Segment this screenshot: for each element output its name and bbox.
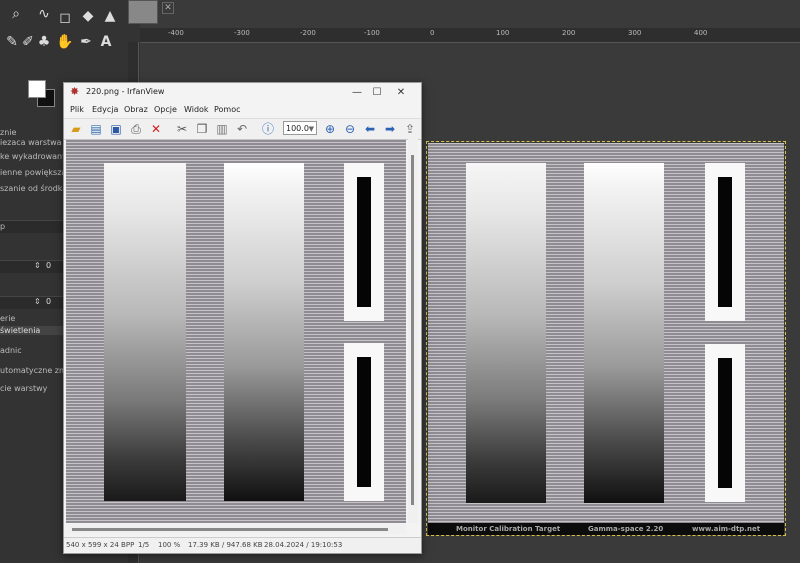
status-page: 1/5 bbox=[138, 541, 150, 549]
status-dimensions: 540 x 599 x 24 BPP bbox=[66, 541, 135, 549]
delete-icon[interactable]: ✕ bbox=[148, 121, 164, 137]
status-date: 28.04.2024 / 19:10:53 bbox=[264, 541, 343, 549]
menu-help[interactable]: Pomoc bbox=[214, 105, 241, 114]
menu-options[interactable]: Opcje bbox=[154, 105, 177, 114]
status-zoom: 100 % bbox=[158, 541, 181, 549]
black-bar-top bbox=[357, 177, 371, 307]
position-y-field[interactable]: ⇕ 0 bbox=[0, 296, 64, 309]
option-highlight-label: erie bbox=[0, 314, 16, 323]
close-icon[interactable]: ✕ bbox=[162, 2, 174, 14]
position-x-value: 0 bbox=[46, 261, 52, 270]
menu-image[interactable]: Obraz bbox=[124, 105, 148, 114]
info-icon[interactable]: ⓘ bbox=[260, 121, 276, 137]
horizontal-scroll-thumb[interactable] bbox=[72, 528, 388, 531]
option-expand-center[interactable]: szanie od środka bbox=[0, 184, 66, 193]
menu-view[interactable]: Widok bbox=[184, 105, 209, 114]
ruler-label: -400 bbox=[168, 29, 184, 37]
ruler-label: 300 bbox=[628, 29, 642, 37]
print-icon[interactable]: ⎙ bbox=[128, 121, 144, 137]
menu-bar: Plik Edycja Obraz Opcje Widok Pomoc bbox=[64, 103, 421, 117]
position-x-field[interactable]: ⇕ 0 bbox=[0, 260, 64, 273]
foreground-color-swatch[interactable] bbox=[28, 80, 46, 98]
toolbar: ▰ ▤ ▣ ⎙ ✕ ✂ ❐ ▥ ↶ ⓘ 100.0 ▼ ⊕ ⊖ ⬅ ➡ ⇪ bbox=[64, 118, 421, 140]
status-bar: 540 x 599 x 24 BPP 1/5 100 % 17.39 KB / … bbox=[64, 537, 421, 552]
path-tool-icon[interactable]: ✒ bbox=[78, 34, 94, 50]
clone-tool-icon[interactable]: ♣ bbox=[36, 34, 52, 50]
option-shrink-merged[interactable]: cie warstwy bbox=[0, 384, 66, 393]
horizontal-scrollbar[interactable] bbox=[66, 524, 406, 534]
paintbrush-icon[interactable]: ▲ bbox=[102, 8, 118, 24]
ruler-label: 200 bbox=[562, 29, 576, 37]
irfanview-window[interactable]: ✸ 220.png - IrfanView — ☐ ✕ Plik Edycja … bbox=[63, 82, 422, 554]
paste-icon[interactable]: ▥ bbox=[214, 121, 230, 137]
window-title: 220.png - IrfanView bbox=[86, 87, 165, 96]
minimize-button[interactable]: — bbox=[347, 85, 367, 101]
image-tab-thumbnail[interactable] bbox=[128, 0, 158, 24]
spin-arrows-icon[interactable]: ⇕ bbox=[34, 261, 41, 270]
option-guides[interactable]: adnic bbox=[0, 346, 66, 355]
pencil-icon[interactable]: ✎ bbox=[4, 34, 20, 50]
black-bar-bottom bbox=[357, 357, 371, 487]
option-auto-shrink[interactable]: utomatyczne zmnie bbox=[0, 366, 66, 375]
vertical-scroll-thumb[interactable] bbox=[411, 155, 414, 505]
tool-grid: ⌕ ∿ ◻ ◆ ▲ ✎ ✐ ♣ ✋ ✒ A bbox=[0, 0, 130, 60]
copy-icon[interactable]: ❐ bbox=[194, 121, 210, 137]
crop-tool-icon[interactable]: ◻ bbox=[57, 10, 73, 26]
undo-icon[interactable]: ↶ bbox=[234, 121, 250, 137]
layer-boundary bbox=[426, 141, 786, 536]
color-swatches[interactable] bbox=[28, 80, 55, 107]
free-select-icon[interactable]: ⌕ bbox=[8, 6, 24, 22]
status-filesize: 17.39 KB / 947.68 KB bbox=[188, 541, 263, 549]
smudge-tool-icon[interactable]: ✋ bbox=[56, 34, 73, 50]
option-current-layer[interactable]: iezaca warstwa bbox=[0, 138, 66, 147]
option-dropdown-value: p bbox=[0, 222, 6, 231]
option-delete-cropped[interactable]: ke wykadrowanych p bbox=[0, 152, 66, 161]
ruler-label: 0 bbox=[430, 29, 435, 37]
white-patch-top bbox=[344, 163, 384, 321]
spin-arrows-icon[interactable]: ⇕ bbox=[34, 297, 41, 306]
next-image-icon[interactable]: ➡ bbox=[382, 121, 398, 137]
option-highlight[interactable]: świetlenia bbox=[0, 326, 66, 335]
position-y-value: 0 bbox=[46, 297, 52, 306]
option-label: znie bbox=[0, 128, 17, 137]
airbrush-icon[interactable]: ✐ bbox=[20, 34, 36, 50]
zoom-value: 100.0 bbox=[286, 124, 309, 133]
horizontal-ruler: -400 -300 -200 -100 0 100 200 300 400 bbox=[140, 28, 800, 43]
calibration-image bbox=[66, 139, 406, 523]
maximize-button[interactable]: ☐ bbox=[367, 85, 387, 101]
option-allow-growing[interactable]: ienne powiększania bbox=[0, 168, 66, 177]
save-icon[interactable]: ▣ bbox=[108, 121, 124, 137]
gradient-strip-middle bbox=[224, 163, 304, 501]
ruler-label: -300 bbox=[234, 29, 250, 37]
option-dropdown[interactable]: p bbox=[0, 220, 64, 233]
text-tool-icon[interactable]: A bbox=[98, 34, 114, 50]
open-folder-icon[interactable]: ▰ bbox=[68, 121, 84, 137]
export-icon[interactable]: ⇪ bbox=[402, 121, 418, 137]
ruler-label: -200 bbox=[300, 29, 316, 37]
ruler-label: 400 bbox=[694, 29, 708, 37]
ruler-label: 100 bbox=[496, 29, 510, 37]
menu-file[interactable]: Plik bbox=[70, 105, 84, 114]
vertical-scrollbar[interactable] bbox=[408, 139, 418, 523]
image-view[interactable] bbox=[66, 139, 406, 523]
warp-tool-icon[interactable]: ∿ bbox=[36, 6, 52, 22]
white-patch-bottom bbox=[344, 343, 384, 501]
gradient-strip-left bbox=[104, 163, 186, 501]
zoom-combobox[interactable]: 100.0 ▼ bbox=[283, 121, 317, 135]
chevron-down-icon[interactable]: ▼ bbox=[309, 122, 314, 136]
ruler-label: -100 bbox=[364, 29, 380, 37]
menu-edit[interactable]: Edycja bbox=[92, 105, 118, 114]
zoom-out-icon[interactable]: ⊖ bbox=[342, 121, 358, 137]
title-bar[interactable]: ✸ 220.png - IrfanView — ☐ ✕ bbox=[64, 83, 421, 103]
close-button[interactable]: ✕ bbox=[391, 85, 411, 101]
bucket-fill-icon[interactable]: ◆ bbox=[80, 8, 96, 24]
irfanview-app-icon: ✸ bbox=[70, 85, 80, 98]
cut-icon[interactable]: ✂ bbox=[174, 121, 190, 137]
previous-image-icon[interactable]: ⬅ bbox=[362, 121, 378, 137]
zoom-in-icon[interactable]: ⊕ bbox=[322, 121, 338, 137]
thumbnails-icon[interactable]: ▤ bbox=[88, 121, 104, 137]
